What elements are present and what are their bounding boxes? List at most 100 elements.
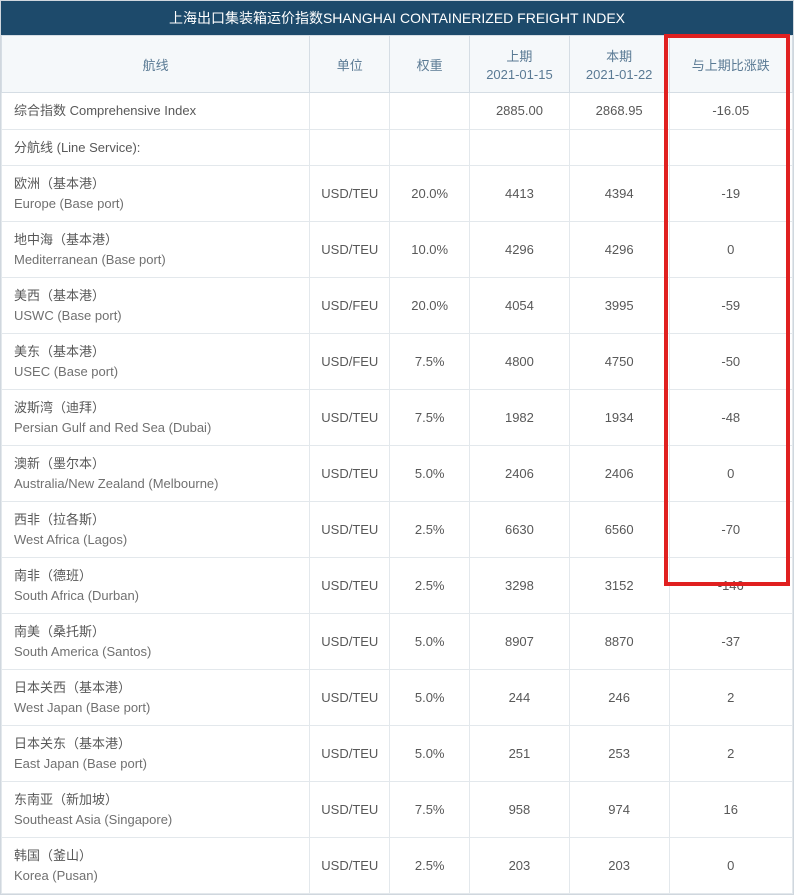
header-unit: 单位 bbox=[310, 36, 390, 93]
curr-cell: 4296 bbox=[569, 222, 669, 278]
route-cn: 澳新（墨尔本） bbox=[14, 456, 105, 471]
route-en: Korea (Pusan) bbox=[14, 866, 299, 886]
change-cell: -48 bbox=[669, 390, 792, 446]
table-row: 韩国（釜山）Korea (Pusan)USD/TEU2.5%2032030 bbox=[2, 838, 793, 894]
header-route: 航线 bbox=[2, 36, 310, 93]
route-en: Mediterranean (Base port) bbox=[14, 250, 299, 270]
weight-cell: 5.0% bbox=[390, 446, 470, 502]
weight-cell: 5.0% bbox=[390, 726, 470, 782]
route-cell: 日本关西（基本港） West Japan (Base port) bbox=[2, 670, 310, 726]
unit-cell: USD/TEU bbox=[310, 726, 390, 782]
route-cell: 美东（基本港） USEC (Base port) bbox=[2, 334, 310, 390]
comprehensive-curr: 2868.95 bbox=[569, 93, 669, 130]
curr-cell: 6560 bbox=[569, 502, 669, 558]
change-cell: -70 bbox=[669, 502, 792, 558]
table-row: 地中海（基本港）Mediterranean (Base port)USD/TEU… bbox=[2, 222, 793, 278]
unit-cell: USD/TEU bbox=[310, 390, 390, 446]
route-cell: 地中海（基本港） Mediterranean (Base port) bbox=[2, 222, 310, 278]
route-cn: 日本关东（基本港） bbox=[14, 736, 131, 751]
unit-cell: USD/TEU bbox=[310, 670, 390, 726]
freight-table: 航线 单位 权重 上期 2021-01-15 本期 2021-01-22 与上期… bbox=[1, 35, 793, 894]
comprehensive-unit bbox=[310, 93, 390, 130]
route-cell: 东南亚（新加坡）Southeast Asia (Singapore) bbox=[2, 782, 310, 838]
route-en: USEC (Base port) bbox=[14, 362, 299, 382]
change-cell: -37 bbox=[669, 614, 792, 670]
weight-cell: 7.5% bbox=[390, 782, 470, 838]
header-prev: 上期 2021-01-15 bbox=[470, 36, 570, 93]
prev-cell: 2406 bbox=[470, 446, 570, 502]
change-cell: 0 bbox=[669, 222, 792, 278]
header-weight: 权重 bbox=[390, 36, 470, 93]
change-cell: -50 bbox=[669, 334, 792, 390]
route-cn: 西非（拉各斯） bbox=[14, 512, 105, 527]
route-en: South America (Santos) bbox=[14, 642, 299, 662]
weight-cell: 20.0% bbox=[390, 278, 470, 334]
comprehensive-change: -16.05 bbox=[669, 93, 792, 130]
line-service-row: 分航线 (Line Service): bbox=[2, 129, 793, 166]
header-curr: 本期 2021-01-22 bbox=[569, 36, 669, 93]
change-cell: 2 bbox=[669, 726, 792, 782]
route-en: West Africa (Lagos) bbox=[14, 530, 299, 550]
unit-cell: USD/TEU bbox=[310, 558, 390, 614]
route-cn: 波斯湾（迪拜） bbox=[14, 400, 105, 415]
route-cell: 欧洲（基本港） Europe (Base port) bbox=[2, 166, 310, 222]
change-cell: 2 bbox=[669, 670, 792, 726]
route-cell: 韩国（釜山） Korea (Pusan) bbox=[2, 838, 310, 894]
prev-cell: 6630 bbox=[470, 502, 570, 558]
route-en: West Japan (Base port) bbox=[14, 698, 299, 718]
prev-cell: 8907 bbox=[470, 614, 570, 670]
table-row: 欧洲（基本港）Europe (Base port)USD/TEU20.0%441… bbox=[2, 166, 793, 222]
prev-cell: 244 bbox=[470, 670, 570, 726]
header-curr-label: 本期 bbox=[606, 49, 632, 64]
route-cell: 西非（拉各斯） West Africa (Lagos) bbox=[2, 502, 310, 558]
table-row: 日本关东（基本港）East Japan (Base port)USD/TEU5.… bbox=[2, 726, 793, 782]
header-prev-date: 2021-01-15 bbox=[476, 67, 563, 82]
table-row: 东南亚（新加坡）Southeast Asia (Singapore)USD/TE… bbox=[2, 782, 793, 838]
weight-cell: 10.0% bbox=[390, 222, 470, 278]
change-cell: -59 bbox=[669, 278, 792, 334]
route-cn: 地中海（基本港） bbox=[14, 232, 118, 247]
curr-cell: 3995 bbox=[569, 278, 669, 334]
route-cell: 南非（德班） South Africa (Durban) bbox=[2, 558, 310, 614]
route-en: Europe (Base port) bbox=[14, 194, 299, 214]
route-cn: 韩国（釜山） bbox=[14, 848, 92, 863]
route-cn: 南非（德班） bbox=[14, 568, 92, 583]
route-cn: 东南亚（新加坡） bbox=[14, 792, 118, 807]
route-en: Australia/New Zealand (Melbourne) bbox=[14, 474, 299, 494]
route-en: Persian Gulf and Red Sea (Dubai) bbox=[14, 418, 299, 438]
unit-cell: USD/TEU bbox=[310, 782, 390, 838]
panel-title: 上海出口集装箱运价指数SHANGHAI CONTAINERIZED FREIGH… bbox=[1, 1, 793, 35]
table-row: 美西（基本港）USWC (Base port)USD/FEU20.0%40543… bbox=[2, 278, 793, 334]
route-cn: 美东（基本港） bbox=[14, 344, 105, 359]
unit-cell: USD/TEU bbox=[310, 502, 390, 558]
weight-cell: 7.5% bbox=[390, 390, 470, 446]
comprehensive-weight bbox=[390, 93, 470, 130]
route-cn: 日本关西（基本港） bbox=[14, 680, 131, 695]
table-row: 日本关西（基本港）West Japan (Base port)USD/TEU5.… bbox=[2, 670, 793, 726]
table-row: 澳新（墨尔本） Australia/New Zealand (Melbourne)… bbox=[2, 446, 793, 502]
route-cn: 美西（基本港） bbox=[14, 288, 105, 303]
curr-cell: 974 bbox=[569, 782, 669, 838]
prev-cell: 3298 bbox=[470, 558, 570, 614]
curr-cell: 4750 bbox=[569, 334, 669, 390]
curr-cell: 1934 bbox=[569, 390, 669, 446]
weight-cell: 20.0% bbox=[390, 166, 470, 222]
route-en: South Africa (Durban) bbox=[14, 586, 299, 606]
change-cell: 0 bbox=[669, 446, 792, 502]
header-prev-label: 上期 bbox=[506, 49, 532, 64]
route-cell: 美西（基本港） USWC (Base port) bbox=[2, 278, 310, 334]
prev-cell: 4800 bbox=[470, 334, 570, 390]
curr-cell: 203 bbox=[569, 838, 669, 894]
route-cell: 日本关东（基本港）East Japan (Base port) bbox=[2, 726, 310, 782]
table-row: 南美（桑托斯）South America (Santos)USD/TEU5.0%… bbox=[2, 614, 793, 670]
route-cell: 南美（桑托斯）South America (Santos) bbox=[2, 614, 310, 670]
change-cell: 0 bbox=[669, 838, 792, 894]
curr-cell: 2406 bbox=[569, 446, 669, 502]
weight-cell: 2.5% bbox=[390, 838, 470, 894]
prev-cell: 1982 bbox=[470, 390, 570, 446]
table-header-row: 航线 单位 权重 上期 2021-01-15 本期 2021-01-22 与上期… bbox=[2, 36, 793, 93]
curr-cell: 4394 bbox=[569, 166, 669, 222]
route-cn: 欧洲（基本港） bbox=[14, 176, 105, 191]
comprehensive-prev: 2885.00 bbox=[470, 93, 570, 130]
route-en: USWC (Base port) bbox=[14, 306, 299, 326]
